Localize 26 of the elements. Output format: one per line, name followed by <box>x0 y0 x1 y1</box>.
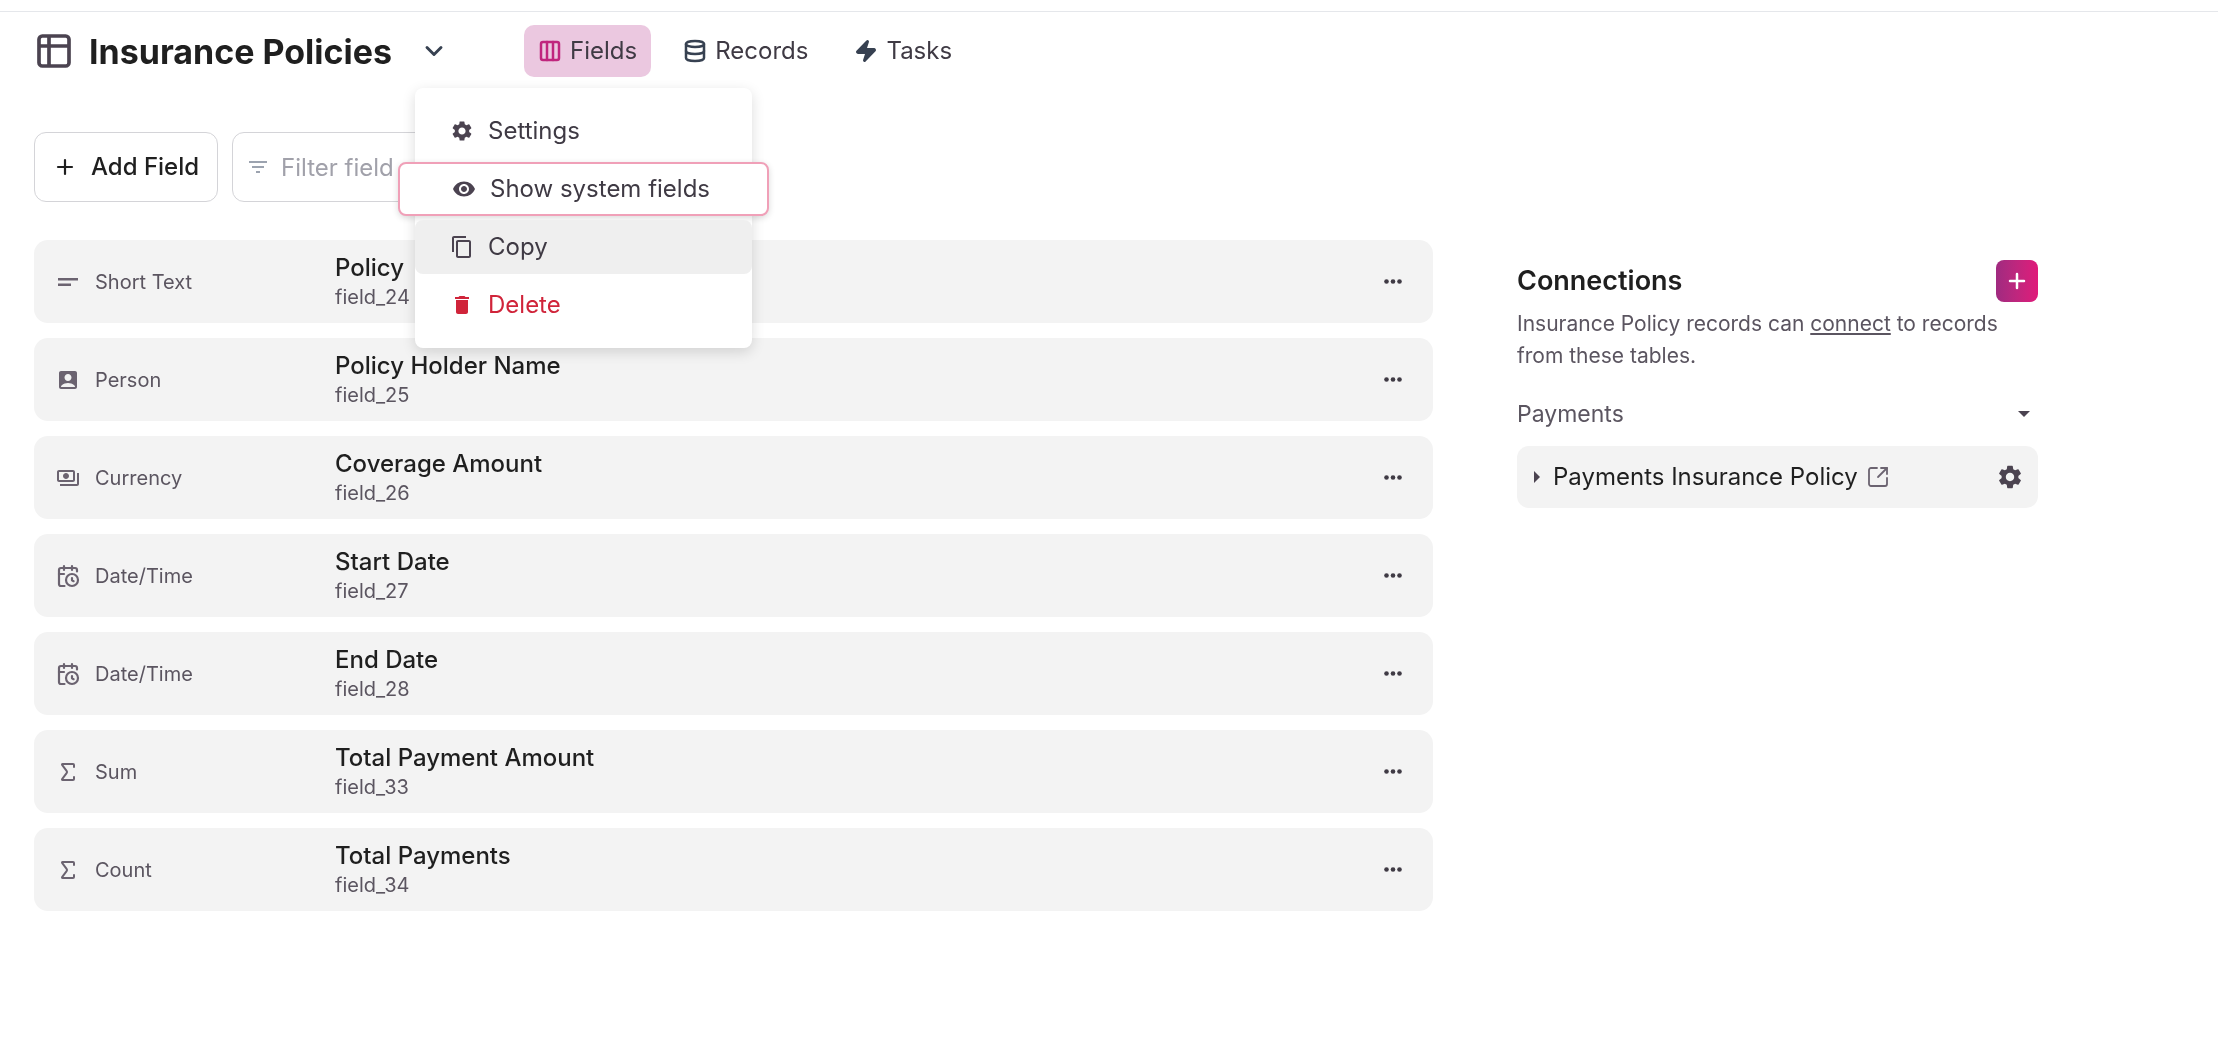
field-name: Start Date <box>335 546 450 577</box>
connections-title: Connections <box>1517 262 1683 299</box>
field-name: Policy <box>335 252 405 283</box>
field-name: Policy Holder Name <box>335 350 561 381</box>
field-id: field_25 <box>335 381 410 409</box>
group-title: Payments <box>1517 398 1624 430</box>
page-title: Insurance Policies <box>89 29 393 74</box>
field-type: Date/Time <box>95 562 193 590</box>
field-id: field_34 <box>335 871 410 899</box>
field-id: field_26 <box>335 479 410 507</box>
field-id: field_33 <box>335 773 409 801</box>
connection-name: Payments Insurance Policy <box>1553 461 1858 493</box>
field-name: End Date <box>335 644 439 675</box>
connections-description: Insurance Policy records can connect to records from these tables. <box>1517 310 1999 370</box>
field-id: field_24 <box>335 283 410 311</box>
field-id: field_27 <box>335 577 409 605</box>
field-type: Count <box>95 856 152 884</box>
field-id: field_28 <box>335 675 410 703</box>
field-type: Date/Time <box>95 660 193 688</box>
field-type: Sum <box>95 758 138 786</box>
field-name: Total Payment Amount <box>335 742 595 773</box>
field-type: Short Text <box>95 268 193 296</box>
field-type: Person <box>95 366 162 394</box>
field-name: Total Payments <box>335 840 511 871</box>
field-name: Coverage Amount <box>335 448 543 479</box>
field-type: Currency <box>95 464 183 492</box>
